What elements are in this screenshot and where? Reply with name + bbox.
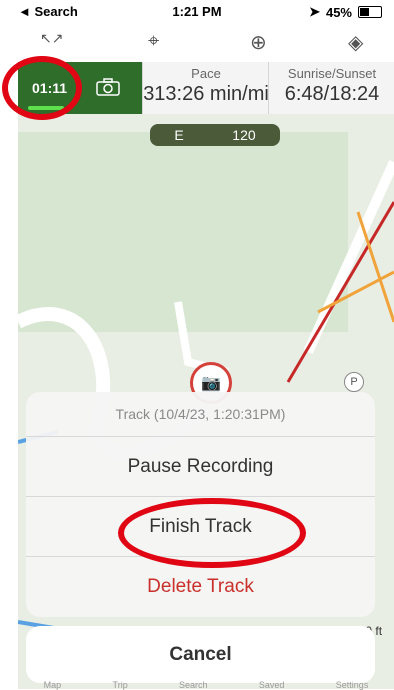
- camera-icon[interactable]: [96, 78, 120, 96]
- compass-degrees: 120: [232, 127, 256, 143]
- pace-label: Pace: [191, 66, 221, 81]
- tab-settings[interactable]: Settings: [336, 680, 369, 690]
- layers-icon[interactable]: ◈: [348, 30, 363, 55]
- tab-trip[interactable]: Trip: [113, 680, 128, 690]
- location-icon: ➤: [309, 4, 320, 19]
- tab-map[interactable]: Map: [44, 680, 62, 690]
- status-bar: ◄ Search 1:21 PM ➤ 45%: [0, 0, 394, 22]
- pace-value: 313:26 min/mi: [143, 83, 269, 105]
- parking-icon: P: [344, 372, 364, 392]
- battery-icon: [358, 6, 382, 18]
- battery-percent: 45%: [325, 4, 352, 20]
- pause-recording-button[interactable]: Pause Recording: [26, 437, 375, 497]
- cancel-button[interactable]: Cancel: [26, 626, 375, 683]
- crosshair-icon[interactable]: ⌖: [148, 30, 159, 53]
- annotation-circle-finish: [118, 498, 306, 568]
- tab-saved[interactable]: Saved: [259, 680, 285, 690]
- compass-direction: E: [174, 127, 184, 143]
- pace-panel[interactable]: Pace 313:26 min/mi: [142, 62, 269, 114]
- map-toolbar: ↖↗ ⌖ ⊕ ◈: [18, 22, 394, 62]
- tab-search[interactable]: Search: [179, 680, 208, 690]
- status-right: ➤ 45%: [309, 4, 382, 20]
- compass-heading: E 120: [150, 124, 280, 146]
- expand-icon[interactable]: ↖↗: [40, 30, 63, 47]
- sun-label: Sunrise/Sunset: [287, 66, 377, 81]
- add-icon[interactable]: ⊕: [250, 30, 267, 55]
- action-sheet-title: Track (10/4/23, 1:20:31PM): [26, 392, 375, 437]
- tab-bar: Map Trip Search Saved Settings: [18, 680, 394, 690]
- sun-value: 6:48/18:24: [284, 83, 380, 105]
- annotation-circle-recording: [2, 56, 82, 120]
- sun-panel[interactable]: Sunrise/Sunset 6:48/18:24: [268, 62, 394, 114]
